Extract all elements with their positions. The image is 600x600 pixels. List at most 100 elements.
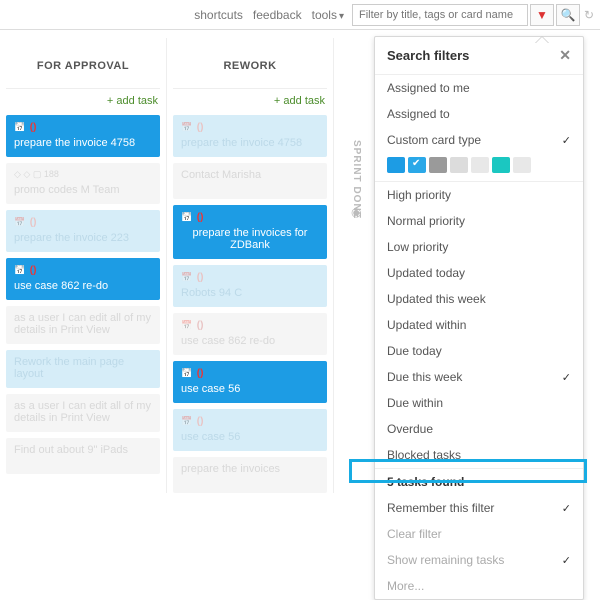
card-title: prepare the invoice 4758 bbox=[181, 137, 319, 149]
color-swatch[interactable] bbox=[492, 157, 510, 173]
filter-label: Overdue bbox=[387, 422, 433, 436]
color-swatch[interactable] bbox=[387, 157, 405, 173]
card-title: Find out about 9" iPads bbox=[14, 444, 152, 456]
check-icon: ✓ bbox=[562, 134, 571, 147]
filter-due-today[interactable]: Due today bbox=[375, 338, 583, 364]
add-task-button[interactable]: add task bbox=[6, 89, 160, 115]
color-swatch[interactable] bbox=[429, 157, 447, 173]
filter-label: Blocked tasks bbox=[387, 448, 461, 462]
task-card[interactable]: () Robots 94 C bbox=[173, 265, 327, 307]
filter-toggle-button[interactable]: ▼ bbox=[530, 4, 554, 26]
card-title: promo codes M Team bbox=[14, 184, 152, 196]
filter-action-show-remaining-tasks[interactable]: Show remaining tasks✓ bbox=[375, 547, 583, 573]
priority-icon: () bbox=[197, 212, 204, 223]
filter-due-within[interactable]: Due within bbox=[375, 390, 583, 416]
action-label: Remember this filter bbox=[387, 501, 494, 515]
action-label: More... bbox=[387, 579, 424, 593]
task-card[interactable]: () prepare the invoice 4758 bbox=[173, 115, 327, 157]
task-card[interactable]: ()use case 56 bbox=[173, 361, 327, 403]
color-swatch[interactable] bbox=[408, 157, 426, 173]
priority-icon: () bbox=[197, 272, 204, 283]
task-card[interactable]: () use case 862 re-do bbox=[6, 258, 160, 300]
task-card[interactable]: Contact Marisha bbox=[173, 163, 327, 199]
task-card[interactable]: as a user I can edit all of my details i… bbox=[6, 394, 160, 432]
filter-due-this-week[interactable]: Due this week ✓ bbox=[375, 364, 583, 390]
check-icon: ✓ bbox=[562, 502, 571, 515]
filter-updated-this-week[interactable]: Updated this week bbox=[375, 286, 583, 312]
task-card[interactable]: Find out about 9" iPads bbox=[6, 438, 160, 474]
task-card[interactable]: ()use case 862 re-do bbox=[173, 313, 327, 355]
filter-overdue[interactable]: Overdue bbox=[375, 416, 583, 442]
color-swatch[interactable] bbox=[471, 157, 489, 173]
card-title: Contact Marisha bbox=[181, 169, 319, 181]
priority-icon: () bbox=[30, 265, 37, 276]
card-title: use case 862 re-do bbox=[14, 280, 152, 292]
card-title: as a user I can edit all of my details i… bbox=[14, 312, 152, 336]
priority-icon: () bbox=[197, 122, 204, 133]
filter-label: Updated this week bbox=[387, 292, 486, 306]
top-toolbar: shortcuts feedback tools ▼ 🔍 ↻ bbox=[0, 0, 600, 30]
card-title: Robots 94 C bbox=[181, 287, 319, 299]
filter-label: High priority bbox=[387, 188, 451, 202]
action-label: Clear filter bbox=[387, 527, 442, 541]
filter-label: Due within bbox=[387, 396, 443, 410]
task-card[interactable]: Rework the main page layout bbox=[6, 350, 160, 388]
priority-icon: () bbox=[197, 320, 204, 331]
check-icon: ✓ bbox=[562, 371, 571, 384]
card-title: prepare the invoices for ZDBank bbox=[181, 227, 319, 251]
filter-blocked-tasks[interactable]: Blocked tasks bbox=[375, 442, 583, 468]
person-icon: ◉ bbox=[351, 205, 361, 219]
filter-input[interactable] bbox=[352, 4, 528, 26]
calendar-icon: () bbox=[14, 265, 36, 276]
add-task-button[interactable]: add task bbox=[173, 89, 327, 115]
calendar-icon: () bbox=[14, 217, 36, 228]
link-shortcuts[interactable]: shortcuts bbox=[194, 8, 243, 22]
link-tools[interactable]: tools bbox=[312, 8, 344, 22]
card-title: use case 56 bbox=[181, 383, 319, 395]
filter-normal-priority[interactable]: Normal priority bbox=[375, 208, 583, 234]
results-count: 5 tasks found bbox=[375, 468, 583, 495]
card-title: as a user I can edit all of my details i… bbox=[14, 400, 152, 424]
task-card[interactable]: ◇ ◇ ▢ 188 promo codes M Team bbox=[6, 163, 160, 204]
calendar-icon: () bbox=[181, 320, 203, 331]
filter-assigned-to[interactable]: Assigned to bbox=[375, 101, 583, 127]
color-swatch[interactable] bbox=[450, 157, 468, 173]
custom-card-type-label: Custom card type bbox=[387, 133, 481, 147]
card-title: prepare the invoice 223 bbox=[14, 232, 152, 244]
task-card[interactable]: () prepare the invoice 4758 bbox=[6, 115, 160, 157]
search-icon: 🔍 bbox=[561, 8, 576, 22]
filter-label: Due this week bbox=[387, 370, 462, 384]
filter-updated-within[interactable]: Updated within bbox=[375, 312, 583, 338]
panel-title: Search filters bbox=[387, 48, 469, 63]
filter-high-priority[interactable]: High priority bbox=[375, 182, 583, 208]
column-for-approval: FOR APPROVALadd task ()prepare the invoi… bbox=[0, 38, 167, 493]
filter-assigned-to-me[interactable]: Assigned to me bbox=[375, 75, 583, 101]
task-card[interactable]: () prepare the invoice 223 bbox=[6, 210, 160, 252]
search-button[interactable]: 🔍 bbox=[556, 4, 580, 26]
task-card[interactable]: () prepare the invoices for ZDBank bbox=[173, 205, 327, 259]
refresh-icon: ↻ bbox=[584, 8, 594, 22]
filter-custom-card-type[interactable]: Custom card type ✓ bbox=[375, 127, 583, 153]
card-title: prepare the invoice 4758 bbox=[14, 137, 152, 149]
top-links: shortcuts feedback tools bbox=[194, 8, 344, 22]
filter-updated-today[interactable]: Updated today bbox=[375, 260, 583, 286]
card-meta: ◇ ◇ ▢ 188 bbox=[14, 169, 152, 180]
filter-low-priority[interactable]: Low priority bbox=[375, 234, 583, 260]
task-card[interactable]: prepare the invoices bbox=[173, 457, 327, 493]
filter-action-remember-this-filter[interactable]: Remember this filter ✓ bbox=[375, 495, 583, 521]
calendar-icon: () bbox=[181, 272, 203, 283]
task-card[interactable]: ()use case 56 bbox=[173, 409, 327, 451]
refresh-button[interactable]: ↻ bbox=[582, 4, 596, 26]
link-feedback[interactable]: feedback bbox=[253, 8, 302, 22]
filter-action-more[interactable]: More... bbox=[375, 573, 583, 599]
color-swatch[interactable] bbox=[513, 157, 531, 173]
filter-label: Normal priority bbox=[387, 214, 465, 228]
close-icon[interactable]: ✕ bbox=[559, 47, 571, 64]
priority-icon: () bbox=[30, 122, 37, 133]
action-label: Show remaining tasks bbox=[387, 553, 504, 567]
calendar-icon: () bbox=[181, 416, 203, 427]
calendar-icon: () bbox=[14, 122, 36, 133]
filter-action-clear-filter[interactable]: Clear filter bbox=[375, 521, 583, 547]
funnel-icon: ▼ bbox=[536, 8, 548, 22]
task-card[interactable]: as a user I can edit all of my details i… bbox=[6, 306, 160, 344]
